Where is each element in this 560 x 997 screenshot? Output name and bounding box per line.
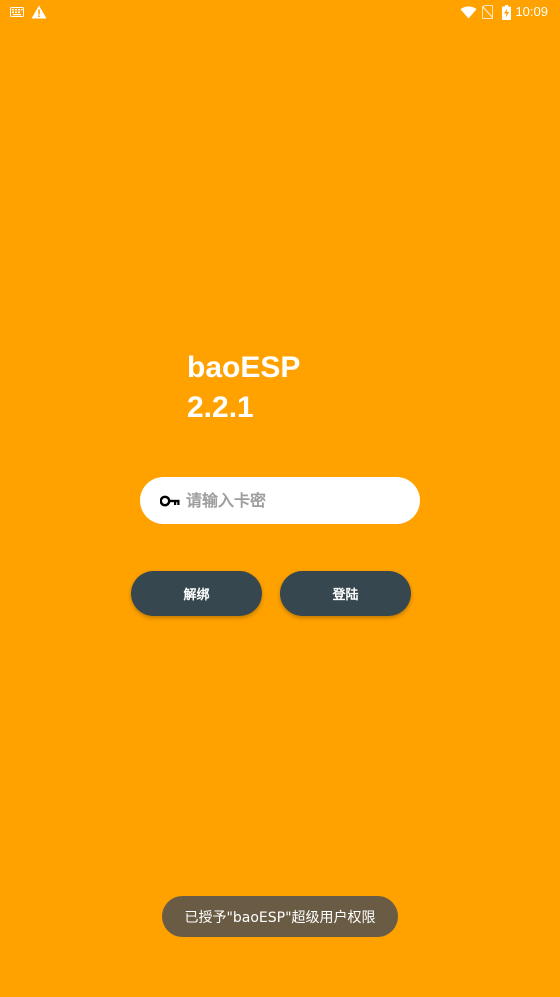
wifi-icon (460, 3, 477, 21)
card-key-field[interactable] (140, 477, 420, 524)
status-time: 10:09 (515, 4, 548, 19)
unbind-button[interactable]: 解绑 (131, 571, 262, 616)
no-sim-icon (482, 3, 493, 21)
status-bar: 10:09 (0, 0, 560, 24)
app-name: baoESP (187, 351, 301, 384)
app-title: baoESP 2.2.1 (187, 348, 300, 428)
app-version: 2.2.1 (187, 391, 254, 424)
key-icon (160, 494, 180, 508)
warning-icon (31, 3, 47, 21)
toast-message: 已授予"baoESP"超级用户权限 (162, 896, 398, 937)
keyboard-icon (10, 3, 24, 21)
login-button[interactable]: 登陆 (280, 571, 411, 616)
card-key-input[interactable] (186, 491, 406, 510)
battery-charging-icon (502, 3, 511, 21)
